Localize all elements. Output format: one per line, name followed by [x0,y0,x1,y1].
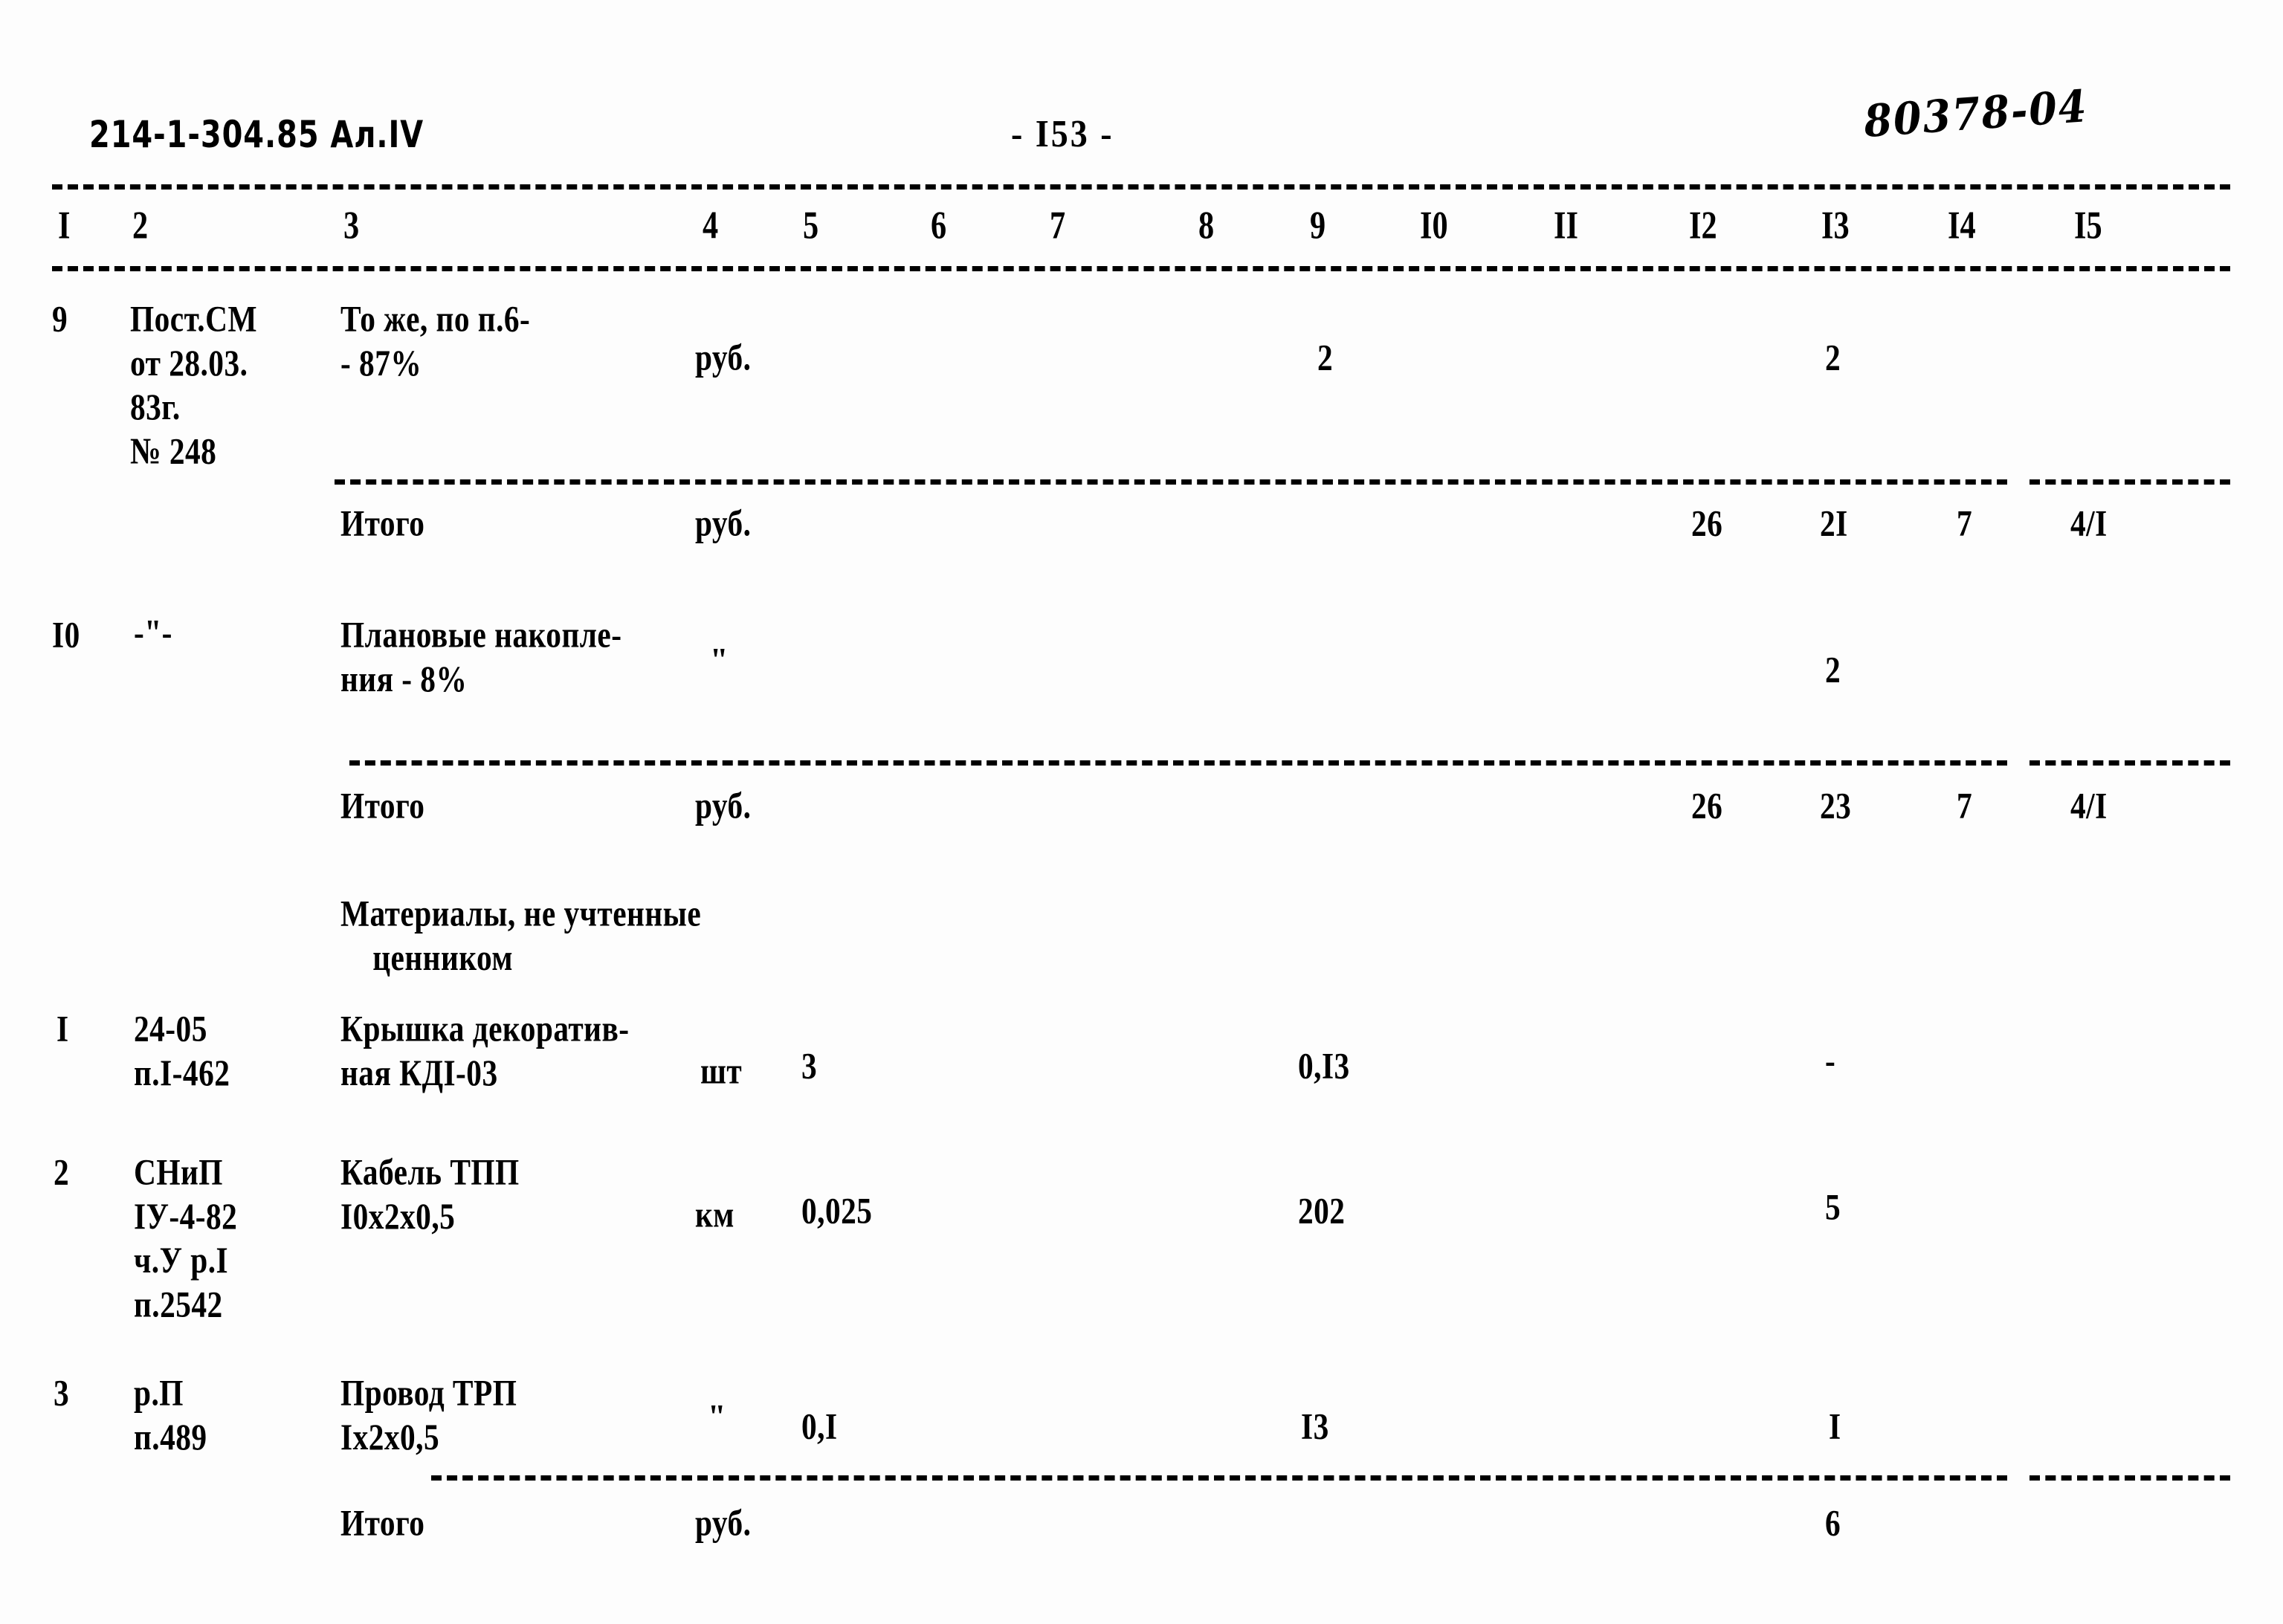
column-header-1: I [58,203,71,247]
row-2-col-13: 2 [1825,649,1841,690]
row-0-col-3: То же, по п.6- - 87% [340,298,531,384]
row-1-col-13: 2I [1820,502,1848,544]
rule-total-3-left [431,1475,2007,1481]
row-7-col-9: I3 [1301,1405,1329,1447]
row-5-col-5: 3 [801,1045,818,1087]
column-header-9: 9 [1310,203,1326,247]
row-3-col-12: 26 [1691,785,1723,826]
row-4-section-title: Материалы, не учтенные ценником [340,893,702,979]
row-3-col-13: 23 [1820,785,1852,826]
row-1-col-4: руб. [695,502,752,544]
row-2-col-3: Плановые накопле- ния - 8% [340,614,622,700]
row-5-col-1: I [56,1008,69,1049]
row-5-col-2: 24-05 п.I-462 [134,1008,230,1094]
column-header-14: I4 [1948,203,1976,247]
column-header-12: I2 [1689,203,1717,247]
row-5-col-4: шт [700,1050,743,1092]
row-6-col-3: Кабель ТПП I0х2х0,5 [340,1151,520,1238]
row-5-col-9: 0,I3 [1298,1045,1350,1087]
row-2-col-1: I0 [52,614,80,656]
row-0-col-2: Пост.СМ от 28.03. 83г. № 248 [130,298,257,472]
row-6-col-13: 5 [1825,1186,1841,1228]
document-code: 214-1-304.85 Ал.IV [89,113,424,156]
column-header-3: 3 [343,203,360,247]
row-1-col-15: 4/I [2070,502,2108,544]
document-page: 214-1-304.85 Ал.IV - I53 - 80378-04 I 2 … [0,0,2283,1624]
column-header-15: I5 [2074,203,2102,247]
row-7-col-4: " [708,1398,726,1434]
row-5-col-3: Крышка декоратив- ная КДI-03 [340,1008,630,1094]
row-7-col-3: Провод ТРП Iх2х0,5 [340,1372,517,1458]
row-7-col-1: 3 [54,1372,70,1414]
rule-total-3-right [2029,1475,2230,1481]
row-3-col-4: руб. [695,785,752,826]
column-header-2: 2 [132,203,149,247]
row-8-col-13: 6 [1825,1502,1841,1544]
column-header-6: 6 [931,203,947,247]
column-header-10: I0 [1420,203,1448,247]
rule-header [52,266,2230,271]
rule-total-2-left [349,760,2007,766]
row-6-col-2: СНиП IУ-4-82 ч.У р.I п.2542 [134,1151,238,1325]
column-header-8: 8 [1198,203,1215,247]
column-header-4: 4 [703,203,719,247]
row-0-col-13: 2 [1825,337,1841,378]
row-7-col-2: р.П п.489 [134,1372,207,1458]
row-0-col-1: 9 [52,298,68,340]
row-8-col-3: Итого [340,1502,425,1544]
column-header-13: I3 [1821,203,1850,247]
row-1-col-12: 26 [1691,502,1723,544]
rule-top [52,184,2230,190]
row-8-col-4: руб. [695,1502,752,1544]
archive-stamp: 80378-04 [1862,79,2090,148]
row-2-col-2: -"- [134,612,172,653]
column-header-5: 5 [803,203,819,247]
row-0-col-9: 2 [1317,337,1334,378]
column-header-7: 7 [1050,203,1066,247]
row-0-col-4: руб. [695,337,752,378]
column-header-11: II [1554,203,1578,247]
row-1-col-14: 7 [1957,502,1973,544]
row-3-col-3: Итого [340,785,425,826]
row-5-col-13: - [1825,1040,1836,1081]
row-6-col-5: 0,025 [801,1190,873,1232]
rule-total-1-right [2029,479,2230,485]
row-2-col-4: " [710,641,729,678]
row-6-col-9: 202 [1298,1190,1346,1232]
row-3-col-15: 4/I [2070,785,2108,826]
row-6-col-1: 2 [54,1151,70,1193]
row-6-col-4: км [695,1194,734,1235]
page-number: - I53 - [1011,112,1114,155]
rule-total-1-left [335,479,2007,485]
rule-total-2-right [2029,760,2230,766]
row-3-col-14: 7 [1957,785,1973,826]
row-7-col-5: 0,I [801,1405,838,1447]
row-1-col-3: Итого [340,502,425,544]
row-7-col-13: I [1829,1405,1841,1447]
